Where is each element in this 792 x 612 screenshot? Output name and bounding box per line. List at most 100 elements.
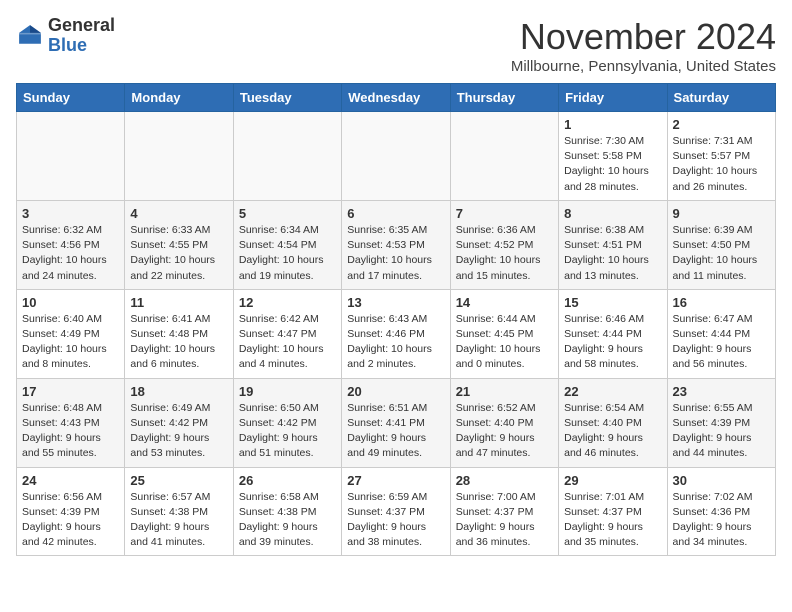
day-number: 4: [130, 206, 227, 221]
calendar-day-cell: 16 Sunrise: 6:47 AM Sunset: 4:44 PM Dayli…: [667, 289, 775, 378]
calendar-day-cell: 24Sunrise: 6:56 AM Sunset: 4:39 PM Dayli…: [17, 467, 125, 556]
day-number: 24: [22, 473, 119, 488]
day-number: 27: [347, 473, 444, 488]
day-info: Sunrise: 7:02 AM Sunset: 4:36 PM Dayligh…: [673, 490, 770, 551]
calendar-day-cell: [450, 112, 558, 201]
day-info: Sunrise: 6:44 AM Sunset: 4:45 PM Dayligh…: [456, 312, 553, 373]
day-info: Sunrise: 7:00 AM Sunset: 4:37 PM Dayligh…: [456, 490, 553, 551]
day-info: Sunrise: 6:50 AM Sunset: 4:42 PM Dayligh…: [239, 401, 336, 462]
calendar-day-cell: 18 Sunrise: 6:49 AM Sunset: 4:42 PM Dayli…: [125, 378, 233, 467]
calendar-day-cell: 21Sunrise: 6:52 AM Sunset: 4:40 PM Dayli…: [450, 378, 558, 467]
calendar-day-cell: 2 Sunrise: 7:31 AM Sunset: 5:57 PM Daylig…: [667, 112, 775, 201]
col-header-tuesday: Tuesday: [233, 84, 341, 112]
logo-general: General: [48, 15, 115, 35]
calendar-day-cell: 4 Sunrise: 6:33 AM Sunset: 4:55 PM Daylig…: [125, 200, 233, 289]
calendar-week-row: 24Sunrise: 6:56 AM Sunset: 4:39 PM Dayli…: [17, 467, 776, 556]
day-number: 11: [130, 295, 227, 310]
day-info: Sunrise: 6:46 AM Sunset: 4:44 PM Dayligh…: [564, 312, 661, 373]
day-number: 16: [673, 295, 770, 310]
calendar-day-cell: [342, 112, 450, 201]
day-info: Sunrise: 6:57 AM Sunset: 4:38 PM Dayligh…: [130, 490, 227, 551]
day-number: 26: [239, 473, 336, 488]
day-info: Sunrise: 6:36 AM Sunset: 4:52 PM Dayligh…: [456, 223, 553, 284]
day-info: Sunrise: 6:38 AM Sunset: 4:51 PM Dayligh…: [564, 223, 661, 284]
calendar-week-row: 3 Sunrise: 6:32 AM Sunset: 4:56 PM Daylig…: [17, 200, 776, 289]
col-header-saturday: Saturday: [667, 84, 775, 112]
calendar-day-cell: [233, 112, 341, 201]
day-info: Sunrise: 6:40 AM Sunset: 4:49 PM Dayligh…: [22, 312, 119, 373]
day-number: 7: [456, 206, 553, 221]
calendar-day-cell: 19Sunrise: 6:50 AM Sunset: 4:42 PM Dayli…: [233, 378, 341, 467]
day-info: Sunrise: 6:48 AM Sunset: 4:43 PM Dayligh…: [22, 401, 119, 462]
day-info: Sunrise: 6:51 AM Sunset: 4:41 PM Dayligh…: [347, 401, 444, 462]
day-number: 18: [130, 384, 227, 399]
calendar-day-cell: [125, 112, 233, 201]
day-number: 2: [673, 117, 770, 132]
logo: General Blue: [16, 16, 115, 56]
calendar-day-cell: 26 Sunrise: 6:58 AM Sunset: 4:38 PM Dayli…: [233, 467, 341, 556]
day-info: Sunrise: 6:49 AM Sunset: 4:42 PM Dayligh…: [130, 401, 227, 462]
col-header-thursday: Thursday: [450, 84, 558, 112]
calendar-table: SundayMondayTuesdayWednesdayThursdayFrid…: [16, 83, 776, 556]
day-number: 30: [673, 473, 770, 488]
day-number: 20: [347, 384, 444, 399]
day-info: Sunrise: 7:30 AM Sunset: 5:58 PM Dayligh…: [564, 134, 661, 195]
calendar-day-cell: 15Sunrise: 6:46 AM Sunset: 4:44 PM Dayli…: [559, 289, 667, 378]
day-number: 17: [22, 384, 119, 399]
calendar-day-cell: 23 Sunrise: 6:55 AM Sunset: 4:39 PM Dayli…: [667, 378, 775, 467]
calendar-day-cell: 1Sunrise: 7:30 AM Sunset: 5:58 PM Daylig…: [559, 112, 667, 201]
day-info: Sunrise: 6:55 AM Sunset: 4:39 PM Dayligh…: [673, 401, 770, 462]
day-number: 3: [22, 206, 119, 221]
calendar-week-row: 17 Sunrise: 6:48 AM Sunset: 4:43 PM Dayli…: [17, 378, 776, 467]
col-header-wednesday: Wednesday: [342, 84, 450, 112]
day-number: 12: [239, 295, 336, 310]
day-info: Sunrise: 6:39 AM Sunset: 4:50 PM Dayligh…: [673, 223, 770, 284]
day-number: 10: [22, 295, 119, 310]
day-info: Sunrise: 7:01 AM Sunset: 4:37 PM Dayligh…: [564, 490, 661, 551]
calendar-day-cell: 29 Sunrise: 7:01 AM Sunset: 4:37 PM Dayli…: [559, 467, 667, 556]
col-header-sunday: Sunday: [17, 84, 125, 112]
day-info: Sunrise: 7:31 AM Sunset: 5:57 PM Dayligh…: [673, 134, 770, 195]
calendar-day-cell: 20 Sunrise: 6:51 AM Sunset: 4:41 PM Dayli…: [342, 378, 450, 467]
day-info: Sunrise: 6:34 AM Sunset: 4:54 PM Dayligh…: [239, 223, 336, 284]
title-block: November 2024 Millbourne, Pennsylvania, …: [511, 16, 776, 75]
calendar-day-cell: 17 Sunrise: 6:48 AM Sunset: 4:43 PM Dayli…: [17, 378, 125, 467]
day-number: 23: [673, 384, 770, 399]
calendar-day-cell: 12 Sunrise: 6:42 AM Sunset: 4:47 PM Dayli…: [233, 289, 341, 378]
logo-icon: [16, 22, 44, 50]
day-info: Sunrise: 6:35 AM Sunset: 4:53 PM Dayligh…: [347, 223, 444, 284]
day-number: 25: [130, 473, 227, 488]
day-info: Sunrise: 6:54 AM Sunset: 4:40 PM Dayligh…: [564, 401, 661, 462]
calendar-day-cell: 25 Sunrise: 6:57 AM Sunset: 4:38 PM Dayli…: [125, 467, 233, 556]
calendar-day-cell: 13 Sunrise: 6:43 AM Sunset: 4:46 PM Dayli…: [342, 289, 450, 378]
day-info: Sunrise: 6:33 AM Sunset: 4:55 PM Dayligh…: [130, 223, 227, 284]
calendar-header-row: SundayMondayTuesdayWednesdayThursdayFrid…: [17, 84, 776, 112]
day-info: Sunrise: 6:52 AM Sunset: 4:40 PM Dayligh…: [456, 401, 553, 462]
day-info: Sunrise: 6:32 AM Sunset: 4:56 PM Dayligh…: [22, 223, 119, 284]
calendar-day-cell: 27Sunrise: 6:59 AM Sunset: 4:37 PM Dayli…: [342, 467, 450, 556]
day-info: Sunrise: 6:43 AM Sunset: 4:46 PM Dayligh…: [347, 312, 444, 373]
calendar-day-cell: 5Sunrise: 6:34 AM Sunset: 4:54 PM Daylig…: [233, 200, 341, 289]
day-info: Sunrise: 6:47 AM Sunset: 4:44 PM Dayligh…: [673, 312, 770, 373]
calendar-day-cell: 7 Sunrise: 6:36 AM Sunset: 4:52 PM Daylig…: [450, 200, 558, 289]
day-number: 9: [673, 206, 770, 221]
day-info: Sunrise: 6:58 AM Sunset: 4:38 PM Dayligh…: [239, 490, 336, 551]
calendar-day-cell: 28Sunrise: 7:00 AM Sunset: 4:37 PM Dayli…: [450, 467, 558, 556]
logo-blue: Blue: [48, 35, 87, 55]
calendar-day-cell: 8Sunrise: 6:38 AM Sunset: 4:51 PM Daylig…: [559, 200, 667, 289]
day-number: 14: [456, 295, 553, 310]
day-number: 22: [564, 384, 661, 399]
day-number: 6: [347, 206, 444, 221]
calendar-day-cell: 6 Sunrise: 6:35 AM Sunset: 4:53 PM Daylig…: [342, 200, 450, 289]
calendar-week-row: 1Sunrise: 7:30 AM Sunset: 5:58 PM Daylig…: [17, 112, 776, 201]
calendar-day-cell: 11Sunrise: 6:41 AM Sunset: 4:48 PM Dayli…: [125, 289, 233, 378]
page-header: General Blue November 2024 Millbourne, P…: [16, 16, 776, 75]
calendar-day-cell: 3 Sunrise: 6:32 AM Sunset: 4:56 PM Daylig…: [17, 200, 125, 289]
calendar-week-row: 10 Sunrise: 6:40 AM Sunset: 4:49 PM Dayli…: [17, 289, 776, 378]
day-info: Sunrise: 6:42 AM Sunset: 4:47 PM Dayligh…: [239, 312, 336, 373]
location: Millbourne, Pennsylvania, United States: [511, 58, 776, 75]
month-title: November 2024: [511, 16, 776, 58]
calendar-day-cell: 14 Sunrise: 6:44 AM Sunset: 4:45 PM Dayli…: [450, 289, 558, 378]
day-number: 29: [564, 473, 661, 488]
day-number: 13: [347, 295, 444, 310]
